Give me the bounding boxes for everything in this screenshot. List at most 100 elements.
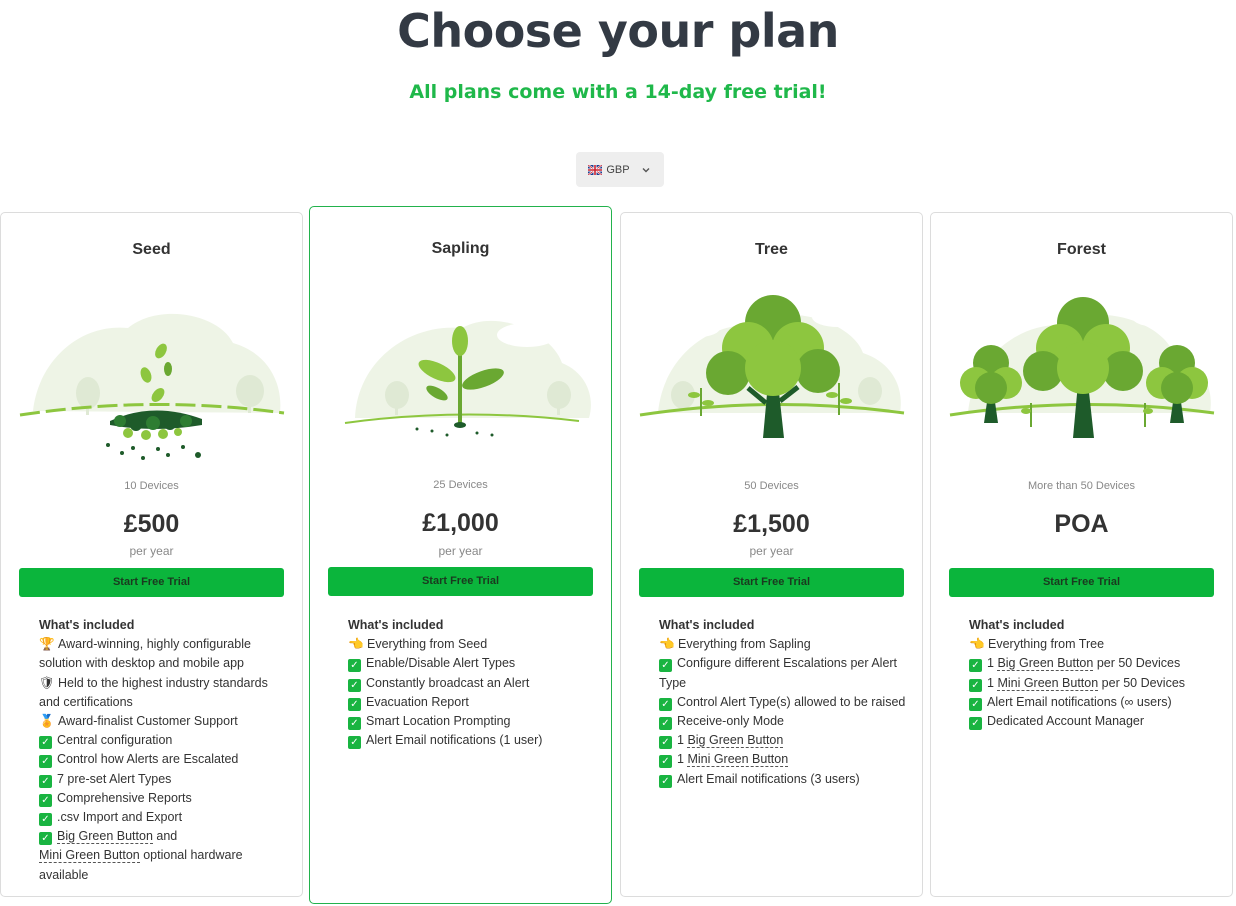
plan-devices: 50 Devices [744,480,799,492]
forest-illustration [949,297,1215,438]
list-item: ✓ Control how Alerts are Escalated [39,750,288,769]
list-item: ✓ Big Green Button and Mini Green Button o… [39,829,243,882]
features-list: What's included 👈 Everything from Tree ✓ 1… [969,616,1218,731]
plan-card-tree: Tree 50 Devices £1,500 per year Start Fr… [620,212,923,897]
plan-devices: More than 50 Devices [1028,480,1135,492]
features-heading: What's included [659,618,755,632]
plan-card-seed: Seed 10 Devices £500 per year Start Free… [0,212,303,897]
plan-price: £500 [123,510,180,538]
list-item: ✓ Evacuation Report [348,693,597,712]
plan-devices: 10 Devices [124,480,179,492]
check-icon: ✓ [39,813,52,827]
plan-title: Tree [755,241,788,258]
check-icon: ✓ [348,678,361,692]
list-item: 👈 Everything from Seed [348,635,597,654]
plan-period: per year [438,544,483,558]
mini-green-button-link[interactable]: Mini Green Button [997,675,1099,691]
check-icon: ✓ [348,659,361,673]
list-item: ✓ Comprehensive Reports [39,789,288,808]
check-icon: ✓ [969,659,982,673]
seed-illustration [19,313,285,460]
list-item: ✓ Control Alert Type(s) allowed to be rai… [659,693,908,712]
check-icon: ✓ [39,755,52,769]
plan-devices: 25 Devices [433,479,488,491]
tree-illustration [639,295,905,438]
big-green-button-link[interactable]: Big Green Button [687,733,784,749]
check-icon: ✓ [659,774,672,788]
check-icon: ✓ [39,793,52,807]
list-item: ✓ 1 Big Green Button [659,731,908,750]
features-list: What's included 👈 Everything from Sapling… [659,616,908,789]
list-item: ✓ Alert Email notifications (3 users) [659,770,908,789]
check-icon: ✓ [969,697,982,711]
list-item: ✓ .csv Import and Export [39,808,288,827]
plan-card-forest: Forest More than 50 Devices POA Start Fr… [930,212,1233,897]
sapling-illustration [344,320,591,437]
features-list: What's included 👈 Everything from Seed ✓ E… [348,616,597,750]
list-item: ✓ Enable/Disable Alert Types [348,654,597,673]
list-item: 🏅 Award-finalist Customer Support [39,712,288,731]
currency-label: GBP [606,163,630,176]
big-green-button-link[interactable]: Big Green Button [57,829,153,845]
plan-price: £1,000 [422,509,499,537]
list-item: ✓ 1 Big Green Button per 50 Devices [969,654,1218,673]
check-icon: ✓ [659,659,672,673]
list-item: 🛡 Held to the highest industry standards … [39,675,268,709]
start-free-trial-button[interactable]: Start Free Trial [639,568,904,597]
features-heading: What's included [348,618,444,632]
list-item: ✓ Configure different Escalations per Ale… [659,656,898,690]
check-icon: ✓ [659,717,672,731]
list-item: 🏆 Award-winning, highly configurable solu… [39,637,251,671]
check-icon: ✓ [969,717,982,731]
start-free-trial-button[interactable]: Start Free Trial [328,567,593,596]
list-item: ✓ Constantly broadcast an Alert [348,674,597,693]
plan-title: Forest [1057,241,1106,258]
page-subtitle: All plans come with a 14-day free trial! [409,81,827,103]
list-item: 👈 Everything from Sapling [659,635,908,654]
features-list: What's included 🏆 Award-winning, highly c… [39,616,288,885]
start-free-trial-button[interactable]: Start Free Trial [949,568,1214,597]
list-item: ✓ Dedicated Account Manager [969,712,1218,731]
check-icon: ✓ [39,832,52,846]
pointing-hand-icon: 👈 [348,637,364,652]
chevron-down-icon [642,167,650,172]
check-icon: ✓ [348,697,361,711]
check-icon: ✓ [39,736,52,750]
features-heading: What's included [969,618,1065,632]
list-item: ✓ 7 pre-set Alert Types [39,770,288,789]
mini-green-button-link[interactable]: Mini Green Button [39,848,140,864]
page-title: Choose your plan [397,4,839,58]
uk-flag-icon [588,164,603,175]
list-item: ✓ Smart Location Prompting [348,712,597,731]
check-icon: ✓ [659,736,672,750]
plan-title: Seed [132,241,171,258]
list-item: ✓ Receive-only Mode [659,712,908,731]
trophy-icon: 🏆 [39,637,55,652]
list-item: ✓ 1 Mini Green Button per 50 Devices [969,674,1218,693]
plan-price: £1,500 [733,510,810,538]
plan-period: per year [129,544,174,558]
pointing-hand-icon: 👈 [969,637,985,652]
check-icon: ✓ [659,755,672,769]
check-icon: ✓ [969,678,982,692]
features-heading: What's included [39,618,135,632]
start-free-trial-button[interactable]: Start Free Trial [19,568,284,597]
list-item: ✓ Alert Email notifications (1 user) [348,731,597,750]
plan-title: Sapling [431,240,490,257]
medal-icon: 🏅 [39,714,55,729]
list-item: ✓ Central configuration [39,731,288,750]
shield-icon: 🛡 [39,675,55,690]
currency-select[interactable]: GBP [576,152,664,187]
plan-card-sapling: Sapling 25 Devices £1,000 per year Start… [309,206,612,904]
check-icon: ✓ [348,736,361,750]
big-green-button-link[interactable]: Big Green Button [997,656,1094,672]
list-item: 👈 Everything from Tree [969,635,1218,654]
check-icon: ✓ [659,697,672,711]
list-item: ✓ Alert Email notifications (∞ users) [969,693,1218,712]
check-icon: ✓ [348,717,361,731]
list-item: ✓ 1 Mini Green Button [659,750,908,769]
pointing-hand-icon: 👈 [659,637,675,652]
plan-price: POA [1054,510,1109,538]
plan-period: per year [749,544,794,558]
mini-green-button-link[interactable]: Mini Green Button [687,752,789,768]
